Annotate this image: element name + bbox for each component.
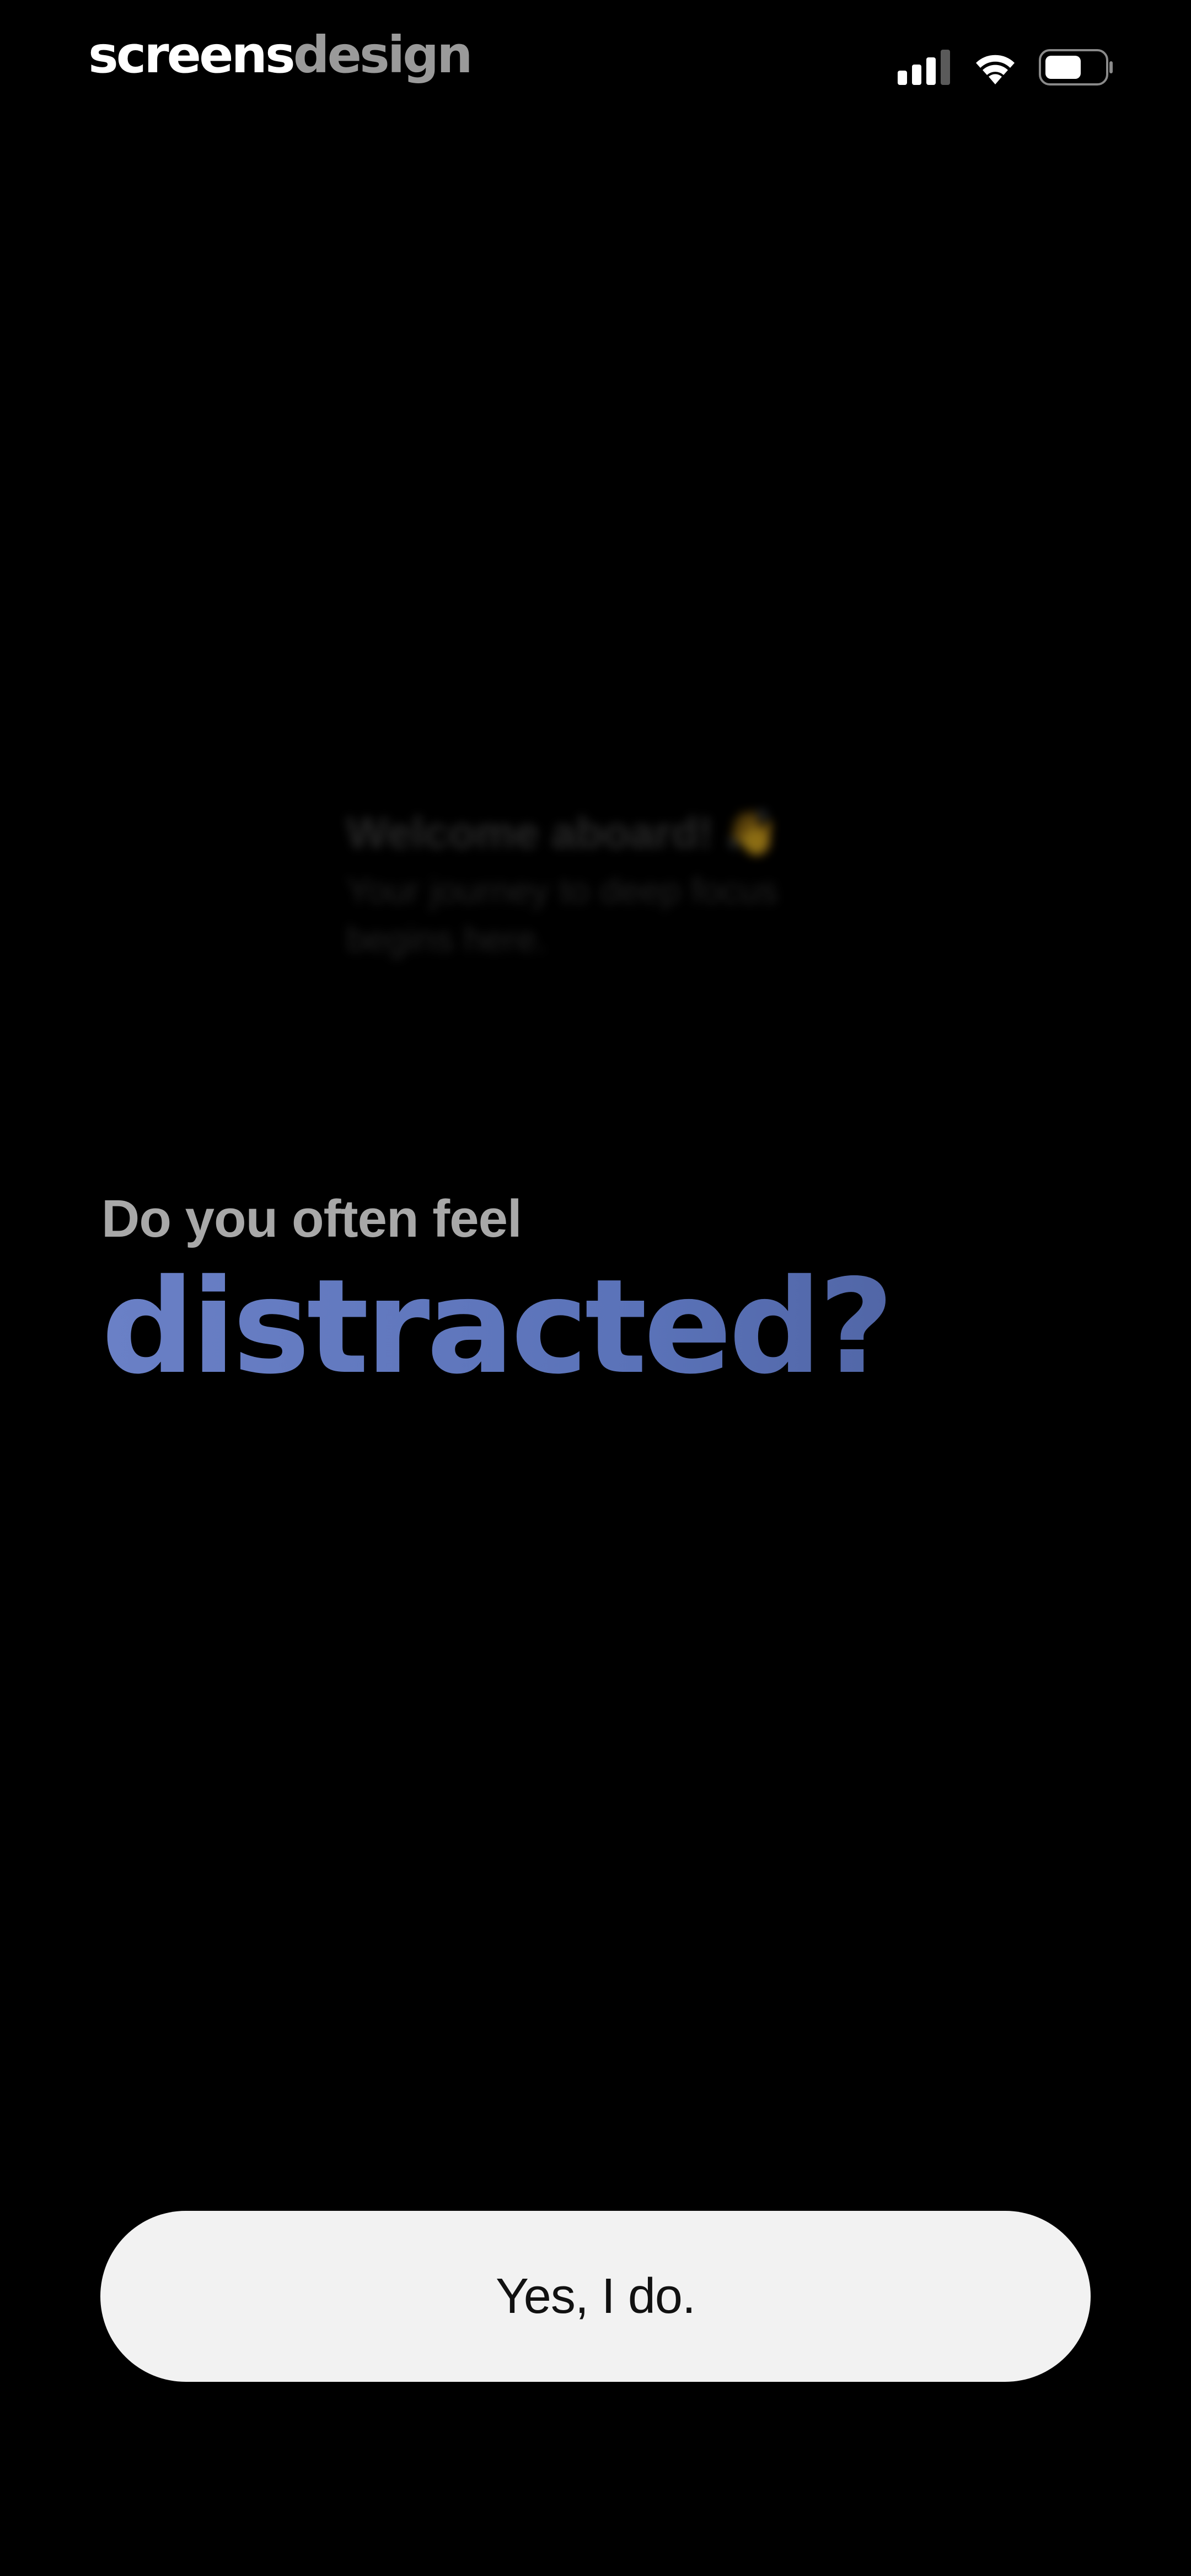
welcome-title: Welcome aboard! 👋	[346, 805, 843, 861]
brand-logo-part2: design	[293, 25, 473, 84]
question-block: Do you often feel distracted?	[101, 1186, 1094, 1399]
yes-i-do-button[interactable]: Yes, I do.	[100, 2211, 1091, 2382]
question-emphasis: distracted?	[101, 1255, 1094, 1399]
status-bar: screensdesign	[0, 0, 1191, 110]
welcome-subtitle-line2: begins here.	[346, 918, 547, 959]
yes-i-do-button-label: Yes, I do.	[496, 2268, 696, 2324]
welcome-subtitle-line1: Your journey to deep focus	[346, 870, 778, 911]
wifi-icon	[976, 55, 1015, 84]
brand-logo-part1: screens	[88, 25, 296, 84]
welcome-message: Welcome aboard! 👋 Your journey to deep fo…	[346, 805, 843, 963]
waving-hand-icon: 👋	[724, 808, 779, 857]
brand-logo: screensdesign	[88, 22, 473, 88]
cellular-signal-icon	[898, 50, 950, 85]
status-icons	[898, 45, 1114, 89]
welcome-title-text: Welcome aboard!	[346, 808, 713, 857]
question-lead: Do you often feel	[101, 1189, 522, 1248]
battery-icon	[1039, 49, 1113, 85]
welcome-subtitle: Your journey to deep focus begins here.	[346, 866, 843, 963]
